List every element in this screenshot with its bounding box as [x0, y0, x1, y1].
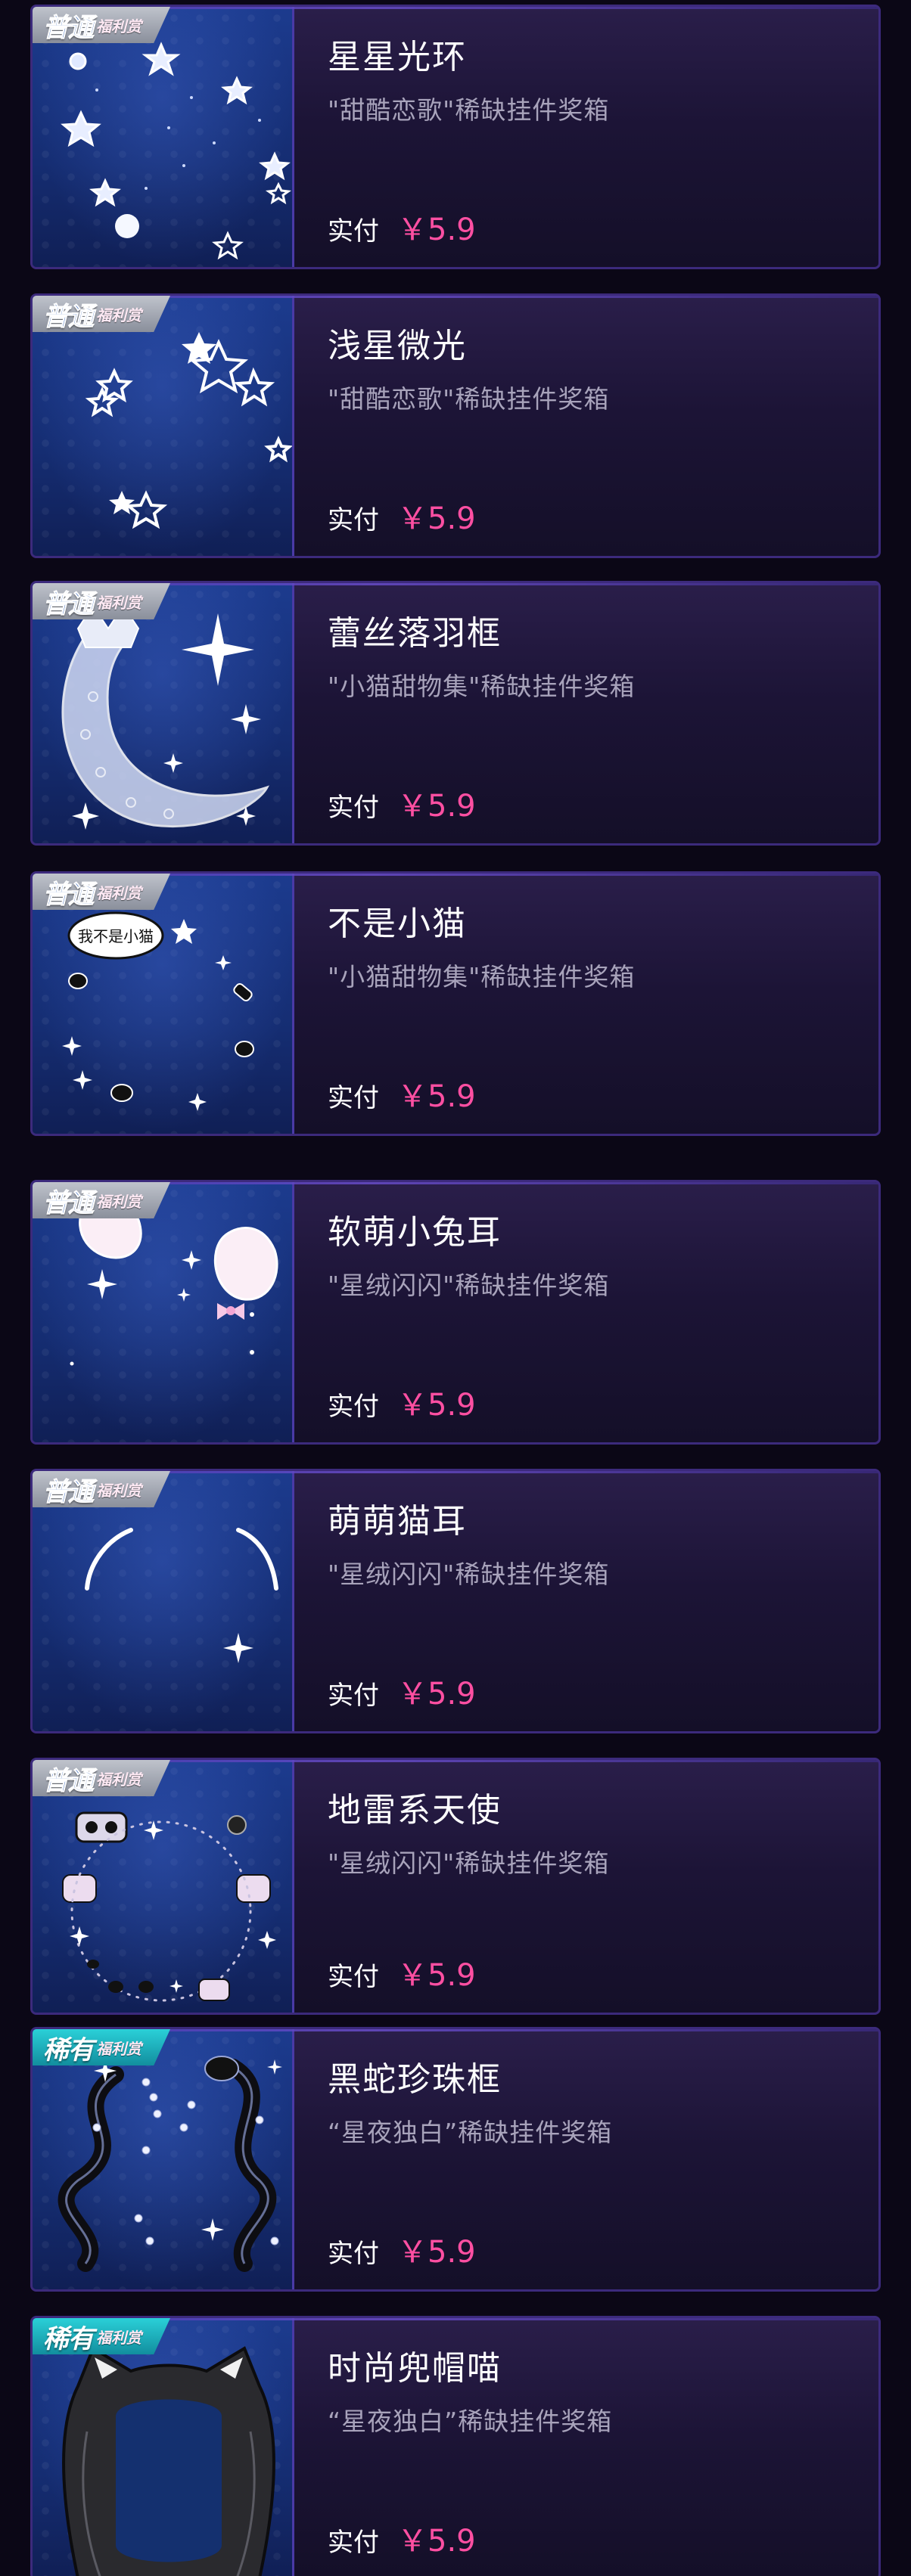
angel-ring-art [62, 1811, 276, 2002]
item-title: 软萌小兔耳 [328, 1213, 502, 1252]
price-row: 实付 ￥5.9 [328, 2516, 476, 2560]
price-label: 实付 [328, 2528, 379, 2558]
price-label: 实付 [328, 1392, 379, 1422]
badge: 普通 福利赏 [33, 583, 170, 619]
badge: 稀有 福利赏 [33, 2318, 170, 2354]
price-row: 实付 ￥5.9 [328, 494, 476, 538]
item-subtitle: "甜酷恋歌"稀缺挂件奖箱 [328, 384, 610, 414]
list-item[interactable]: 普通 福利赏 地雷系天使 "星绒闪闪"稀缺挂件奖箱 实付 ￥5.9 [30, 1758, 881, 2015]
price-row: 实付 ￥5.9 [328, 781, 476, 825]
badge: 普通 福利赏 [33, 1182, 170, 1218]
item-subtitle: “星夜独白”稀缺挂件奖箱 [328, 2118, 613, 2147]
price-value: ￥5.9 [397, 1079, 476, 1114]
list-item[interactable]: 普通 福利赏 星星光环 "甜酷恋歌"稀缺挂件奖箱 实付 ￥5.9 [30, 5, 881, 269]
list-item[interactable]: 普通 福利赏 萌萌猫耳 "星绒闪闪"稀缺挂件奖箱 实付 ￥5.9 [30, 1469, 881, 1733]
price-label: 实付 [328, 505, 379, 535]
list-item[interactable]: 普通 福利赏 我不是小猫 不是小猫 "小猫甜物集"稀缺挂件奖箱 实付 ￥5.9 [30, 871, 881, 1136]
price-label: 实付 [328, 216, 379, 247]
item-title: 地雷系天使 [328, 1791, 502, 1830]
price-label: 实付 [328, 2239, 379, 2269]
item-thumbnail: 普通 福利赏 [33, 7, 294, 267]
item-thumbnail: 普通 福利赏 我不是小猫 [33, 874, 294, 1134]
item-title: 萌萌猫耳 [328, 1502, 467, 1541]
item-title: 星星光环 [328, 38, 467, 76]
svg-text:我不是小猫: 我不是小猫 [78, 927, 154, 945]
item-thumbnail: 稀有 福利赏 [33, 2029, 294, 2289]
item-subtitle: "星绒闪闪"稀缺挂件奖箱 [328, 1560, 610, 1589]
item-thumbnail: 普通 福利赏 [33, 1471, 294, 1731]
item-subtitle: "小猫甜物集"稀缺挂件奖箱 [328, 962, 636, 992]
star-halo-art [61, 42, 292, 260]
item-subtitle: "星绒闪闪"稀缺挂件奖箱 [328, 1271, 610, 1300]
item-thumbnail: 稀有 福利赏 [33, 2318, 294, 2576]
price-value: ￥5.9 [397, 213, 476, 247]
list-item[interactable]: 稀有 福利赏 时尚兜帽喵 “星夜独白”稀缺挂件奖箱 实付 ￥5.9 [30, 2316, 881, 2576]
price-row: 实付 ￥5.9 [328, 1951, 476, 1994]
badge: 普通 福利赏 [33, 296, 170, 332]
price-value: ￥5.9 [397, 1388, 476, 1423]
list-item[interactable]: 稀有 福利赏 黑蛇珍珠框 “星夜独白”稀缺挂件奖箱 实付 ￥5.9 [30, 2027, 881, 2292]
price-value: ￥5.9 [397, 2235, 476, 2270]
list-item[interactable]: 普通 福利赏 蕾丝落羽框 "小猫甜物集"稀缺挂件奖箱 实付 ￥5.9 [30, 581, 881, 846]
faint-stars-art [85, 332, 292, 529]
price-row: 实付 ￥5.9 [328, 1380, 476, 1424]
bunny-ears-art [70, 1200, 278, 1366]
price-row: 实付 ￥5.9 [328, 205, 476, 249]
badge: 普通 福利赏 [33, 874, 170, 910]
snake-pearl-art [58, 2056, 282, 2272]
price-value: ￥5.9 [397, 1958, 476, 1993]
paws-art: 我不是小猫 [62, 911, 254, 1111]
price-value: ￥5.9 [397, 501, 476, 536]
price-row: 实付 ￥5.9 [328, 1669, 476, 1713]
list-item[interactable]: 普通 福利赏 软萌小兔耳 "星绒闪闪"稀缺挂件奖箱 实付 ￥5.9 [30, 1180, 881, 1445]
item-title: 黑蛇珍珠框 [328, 2060, 502, 2099]
badge: 稀有 福利赏 [33, 2029, 170, 2065]
price-value: ￥5.9 [397, 789, 476, 824]
item-thumbnail: 普通 福利赏 [33, 1760, 294, 2013]
item-subtitle: "星绒闪闪"稀缺挂件奖箱 [328, 1848, 610, 1878]
item-thumbnail: 普通 福利赏 [33, 583, 294, 843]
item-title: 时尚兜帽喵 [328, 2349, 502, 2388]
item-thumbnail: 普通 福利赏 [33, 296, 294, 556]
item-subtitle: “星夜独白”稀缺挂件奖箱 [328, 2407, 613, 2436]
item-subtitle: "甜酷恋歌"稀缺挂件奖箱 [328, 95, 610, 125]
price-row: 实付 ￥5.9 [328, 2227, 476, 2271]
price-value: ￥5.9 [397, 1677, 476, 1712]
item-title: 不是小猫 [328, 905, 467, 943]
lace-moon-art [61, 604, 269, 830]
price-label: 实付 [328, 1962, 379, 1992]
price-label: 实付 [328, 793, 379, 823]
cat-ears-art [85, 1528, 278, 1663]
item-thumbnail: 普通 福利赏 [33, 1182, 294, 1442]
price-label: 实付 [328, 1681, 379, 1711]
item-title: 蕾丝落羽框 [328, 614, 502, 653]
price-label: 实付 [328, 1083, 379, 1113]
badge: 普通 福利赏 [33, 1471, 170, 1507]
item-title: 浅星微光 [328, 327, 467, 365]
badge: 普通 福利赏 [33, 1760, 170, 1796]
price-row: 实付 ￥5.9 [328, 1072, 476, 1116]
cat-hood-art [62, 2346, 275, 2576]
price-value: ￥5.9 [397, 2524, 476, 2559]
item-subtitle: "小猫甜物集"稀缺挂件奖箱 [328, 672, 636, 701]
badge: 普通 福利赏 [33, 7, 170, 43]
list-item[interactable]: 普通 福利赏 浅星微光 "甜酷恋歌"稀缺挂件奖箱 实付 ￥5.9 [30, 293, 881, 558]
